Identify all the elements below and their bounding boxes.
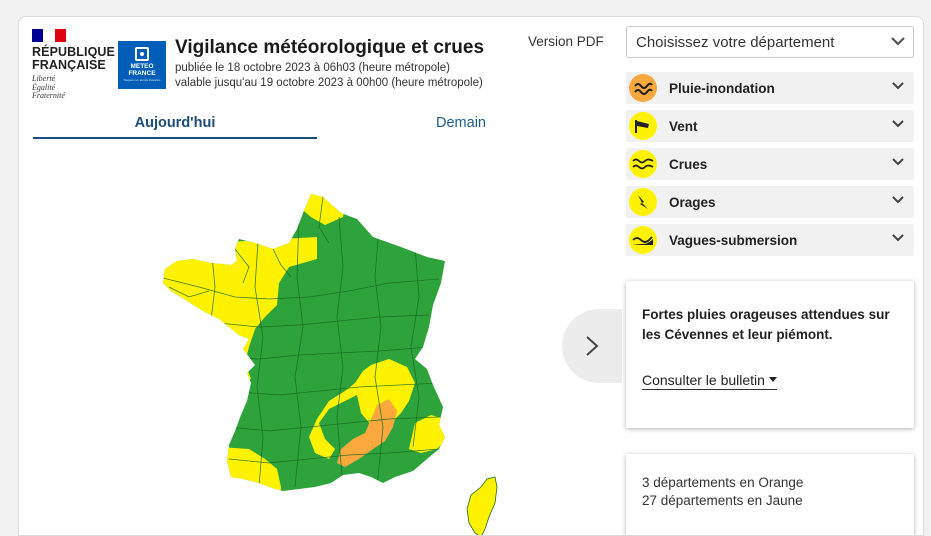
day-tabs: Aujourd'hui Demain [33,113,603,139]
bulletin-link-label: Consulter le bulletin [642,372,765,388]
waves-icon [629,226,657,254]
phenomenon-label: Vagues-submersion [669,232,798,248]
caret-down-icon [768,377,777,382]
page-title: Vigilance météorologique et crues [175,37,485,58]
phenomenon-label: Vent [669,118,698,134]
meteo-france-mark-icon [135,47,149,62]
department-select[interactable]: Choisissez votre département [626,26,914,58]
department-select-placeholder: Choisissez votre département [636,33,835,51]
orange-count: 3 départements en Orange [642,475,804,490]
floods-icon [629,150,657,178]
summary-text: Fortes pluies orageuses attendues sur le… [642,307,890,342]
phenomenon-storms[interactable]: Orages [626,186,914,218]
phenomenon-label: Pluie-inondation [669,80,775,96]
chevron-down-icon [892,120,904,128]
chevron-down-icon [891,37,905,46]
phenomenon-label: Crues [669,156,708,172]
chevron-down-icon [892,158,904,166]
next-map-button[interactable] [562,309,622,383]
chevron-down-icon [892,82,904,90]
phenomenon-waves[interactable]: Vagues-submersion [626,224,914,256]
republique-francaise-logo: RÉPUBLIQUE FRANÇAISE Liberté Égalité Fra… [32,29,115,101]
yellow-count: 27 départements en Jaune [642,493,803,508]
republic-name: RÉPUBLIQUE FRANÇAISE [32,45,115,72]
wind-icon [629,112,657,140]
valid-until-date: valable jusqu'au 19 octobre 2023 à 00h00… [175,77,483,89]
french-flag-icon [32,29,66,42]
republic-motto: Liberté Égalité Fraternité [32,74,65,100]
meteo-france-logo[interactable]: METEO FRANCE Toujours un temps d'avance [118,41,166,89]
phenomenon-wind[interactable]: Vent [626,110,914,142]
phenomenon-label: Orages [669,194,716,210]
published-date: publiée le 18 octobre 2023 à 06h03 (heur… [175,62,450,74]
storm-icon [629,188,657,216]
vigilance-map[interactable] [139,187,499,536]
chevron-right-icon [586,336,599,356]
chevron-down-icon [892,196,904,204]
tab-today[interactable]: Aujourd'hui [33,113,317,139]
bulletin-link[interactable]: Consulter le bulletin [642,372,777,390]
mainland-france [163,194,445,491]
summary-card: Fortes pluies orageuses attendues sur le… [626,281,914,428]
tab-tomorrow[interactable]: Demain [319,113,603,139]
pdf-version-link[interactable]: Version PDF [528,34,604,49]
phenomenon-rain-flood[interactable]: Pluie-inondation [626,72,914,104]
corsica [466,476,498,535]
meteo-france-logo-subtext: Toujours un temps d'avance [123,78,161,83]
vigilance-page: RÉPUBLIQUE FRANÇAISE Liberté Égalité Fra… [18,16,924,536]
phenomenon-floods[interactable]: Crues [626,148,914,180]
meteo-france-logo-text: METEO FRANCE [128,63,156,78]
department-counts-card: 3 départements en Orange 27 départements… [626,454,914,535]
chevron-down-icon [892,234,904,242]
rain-flood-icon [629,74,657,102]
